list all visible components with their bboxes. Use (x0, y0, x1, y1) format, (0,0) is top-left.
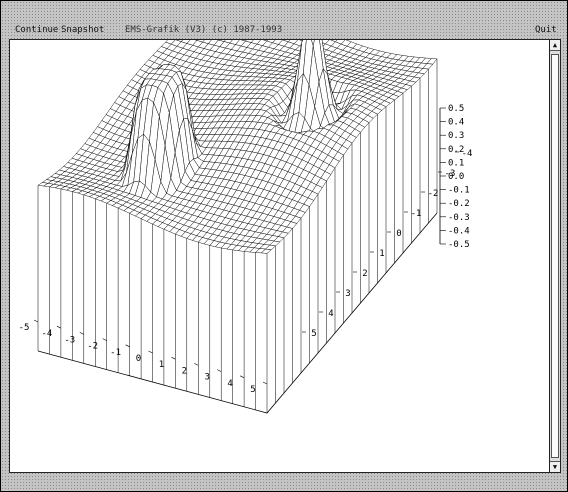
y-axis-tick-label: -2 (428, 189, 439, 199)
plot-canvas: -5 -4 -3 -2 -1 0 1 2 3 4 5 -4 -3 -2 -1 0 1 2 3 4 5 0.5 0.4 0.3 0… (9, 0, 551, 473)
menu-bar: Continue Snapshot EMS-Grafik (V3) (c) 19… (9, 23, 559, 37)
x-axis-tick-label: -4 (41, 329, 52, 339)
y-axis-tick-label: 5 (311, 329, 316, 339)
vertical-scrollbar[interactable]: ▲ ▼ (549, 39, 561, 473)
x-axis-tick (148, 350, 153, 354)
x-axis-tick (171, 356, 176, 360)
x-axis-tick (194, 363, 199, 366)
y-axis-tick-label: 4 (328, 309, 333, 319)
y-axis-tick-label: 2 (362, 269, 367, 279)
x-axis-tick-label: 4 (227, 379, 232, 389)
continue-button[interactable]: Continue (15, 23, 58, 37)
snapshot-button[interactable]: Snapshot (61, 23, 104, 37)
z-axis-tick-label: 0.2 (448, 145, 464, 155)
scroll-down-arrow-icon[interactable]: ▼ (550, 461, 560, 472)
z-axis-tick-label: 0.1 (448, 158, 464, 168)
z-axis-tick-label: 0.4 (448, 118, 464, 128)
z-axis-tick-label: 0.5 (448, 104, 464, 114)
z-axis-tick-label: -0.2 (448, 199, 470, 209)
z-axis-tick-label: -0.4 (448, 226, 470, 236)
x-axis-tick-label: -2 (87, 342, 98, 352)
x-axis-tick (102, 338, 107, 341)
z-axis-tick-label: 0.0 (448, 172, 464, 182)
x-axis-tick-label: -3 (64, 335, 75, 345)
z-axis-tick-label: -0.5 (448, 240, 470, 250)
scroll-up-arrow-icon[interactable]: ▲ (550, 40, 560, 51)
app-window: Continue Snapshot EMS-Grafik (V3) (c) 19… (0, 0, 568, 492)
z-axis-tick-label: 0.3 (448, 131, 464, 141)
x-axis-tick (262, 381, 268, 385)
x-axis-tick-label: 3 (204, 373, 209, 383)
y-axis-tick-label: 1 (379, 249, 384, 259)
y-axis-tick-label: -1 (411, 209, 422, 219)
scroll-thumb[interactable] (551, 54, 559, 458)
x-axis-tick-label: 2 (182, 366, 187, 376)
surface-plot: -5-4-3-2-1012345-4-3-2-10123450.50.40.30… (19, 0, 472, 414)
x-axis-tick-label: -1 (110, 348, 121, 358)
z-axis-tick-label: -0.3 (448, 213, 470, 223)
x-axis-tick (217, 369, 222, 372)
x-axis-tick-label: 1 (159, 360, 164, 370)
x-axis-tick (56, 325, 62, 329)
window-title: EMS-Grafik (V3) (c) 1987-1993 (125, 25, 283, 35)
x-axis-tick-label: 5 (250, 385, 255, 395)
x-axis-tick (33, 319, 39, 323)
y-axis-tick-label: 0 (396, 229, 401, 239)
x-axis-tick (239, 375, 245, 379)
x-axis-tick (79, 332, 84, 335)
y-axis-tick-label: 3 (345, 289, 350, 299)
x-axis-tick-label: 0 (136, 354, 141, 364)
x-axis-tick-label: -5 (19, 323, 30, 333)
quit-button[interactable]: Quit (535, 23, 557, 37)
x-axis-tick (125, 344, 130, 348)
z-axis-tick-label: -0.1 (448, 186, 470, 196)
